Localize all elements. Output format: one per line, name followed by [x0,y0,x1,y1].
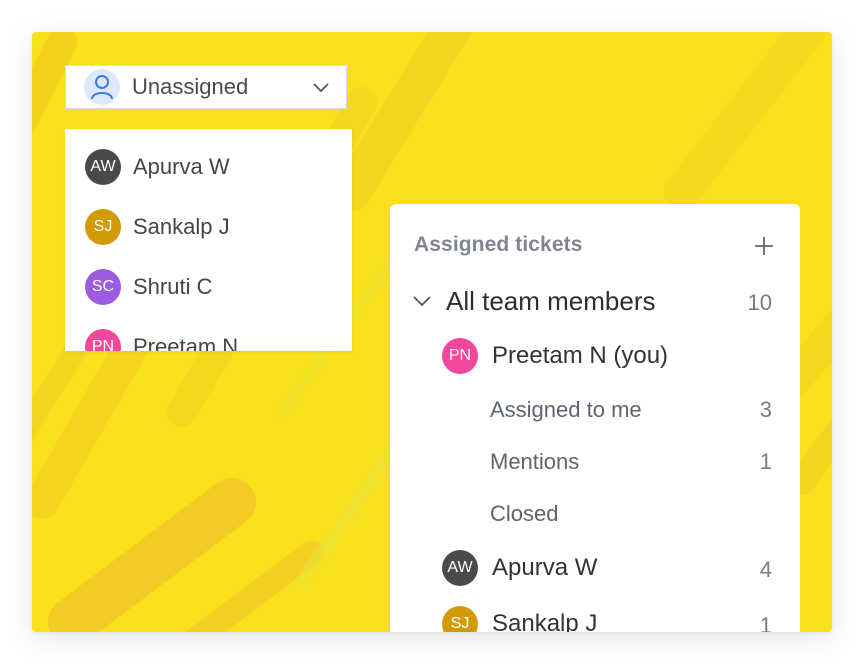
filter-mentions[interactable]: Mentions [490,449,579,475]
group-count: 10 [747,290,772,315]
user-avatar-placeholder [84,69,120,105]
avatar: SJ [85,209,121,245]
filter-assigned-to-me[interactable]: Assigned to me [490,397,642,423]
group-all-team-members[interactable]: All team members [446,286,656,317]
avatar: SJ [442,606,478,632]
assignee-option-sankalp[interactable]: SJ Sankalp J [85,209,230,245]
assignee-select[interactable]: Unassigned [65,65,347,109]
assignee-option-label: Sankalp J [133,214,230,239]
member-row-apurva[interactable]: AW Apurva W [442,550,597,586]
avatar: SC [85,269,121,305]
user-icon [91,75,113,100]
avatar: AW [85,149,121,185]
selected-assignee-label: Unassigned [132,74,249,99]
member-name: Apurva W [492,554,598,581]
assignee-option-preetam[interactable]: PN Preetam N [85,329,238,351]
chevron-down-icon [313,83,329,93]
member-row-preetam[interactable]: PN Preetam N (you) [442,338,668,374]
member-name: Preetam N (you) [492,342,669,369]
panel-title: Assigned tickets [414,233,583,256]
assignee-option-label: Shruti C [133,274,213,299]
assignee-option-apurva[interactable]: AW Apurva W [85,149,230,185]
avatar: PN [442,338,478,374]
assigned-tickets-panel: Assigned tickets All team members 10 PN … [390,204,800,632]
member-count: 1 [759,613,772,632]
filter-closed[interactable]: Closed [490,501,558,527]
avatar: PN [85,329,121,351]
filter-count: 1 [759,449,772,474]
chevron-down-icon[interactable] [412,294,432,310]
avatar: AW [442,550,478,586]
illustration-card: Unassigned AW Apurva W SJ Sankalp J SC S… [32,32,832,632]
plus-icon[interactable] [753,235,775,257]
assignee-option-label: Preetam N [133,334,239,351]
assignee-dropdown-list: AW Apurva W SJ Sankalp J SC Shruti C PN … [65,129,352,351]
member-name: Sankalp J [492,610,598,632]
filter-count: 3 [759,397,772,422]
member-count: 4 [759,557,772,582]
member-row-sankalp[interactable]: SJ Sankalp J [442,606,597,632]
assignee-option-shruti[interactable]: SC Shruti C [85,269,212,305]
assignee-option-label: Apurva W [133,154,230,179]
